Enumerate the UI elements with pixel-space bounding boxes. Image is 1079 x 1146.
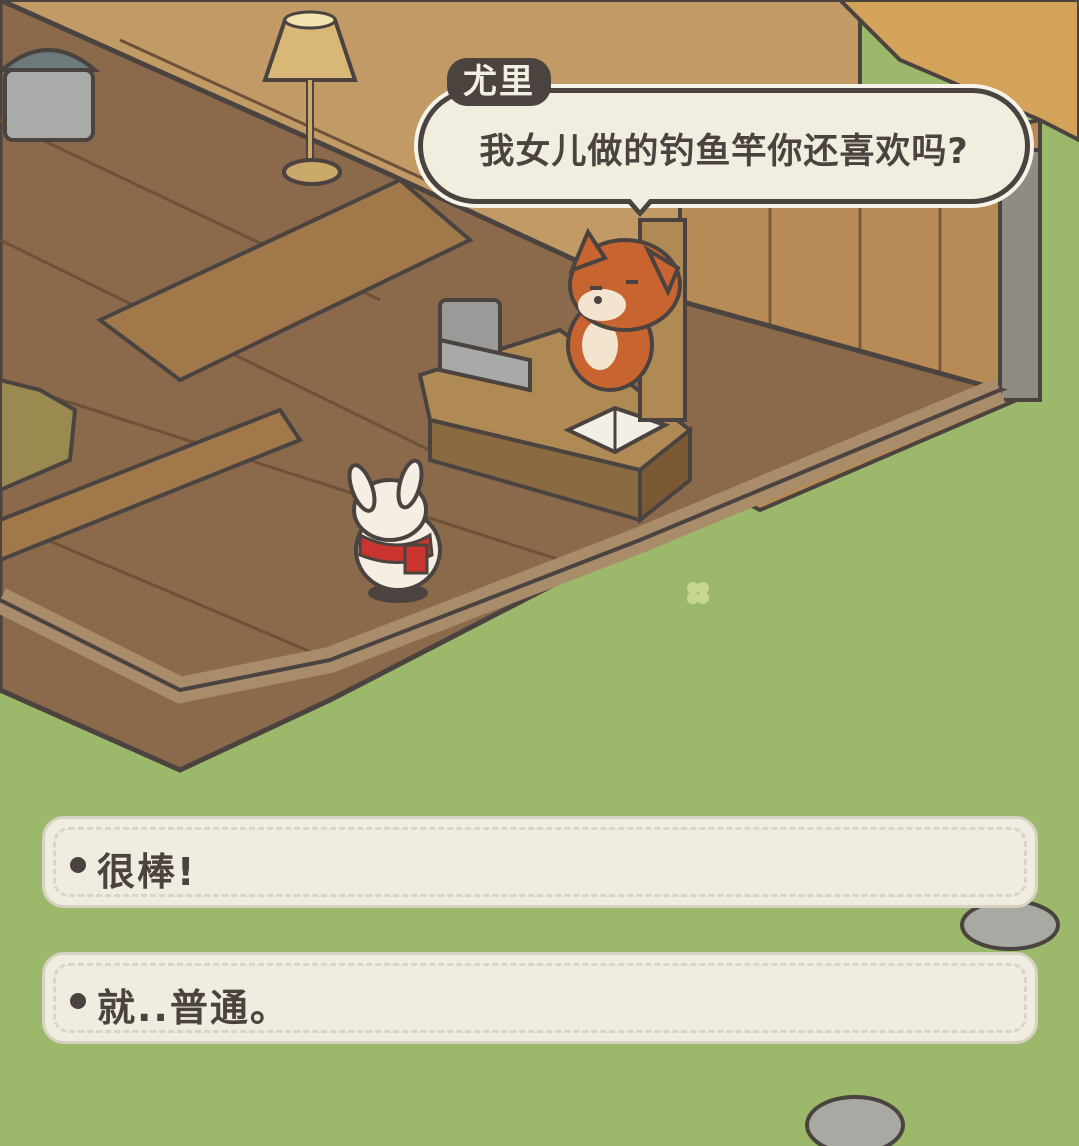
choice-label: 就..普通。 xyxy=(97,986,290,1030)
dialogue-choice-2[interactable]: 就..普通。 xyxy=(42,952,1038,1044)
dialogue-text: 我女儿做的钓鱼竿你还喜欢吗? xyxy=(479,132,969,172)
choice-label: 很棒! xyxy=(97,850,197,894)
bullet-icon xyxy=(70,993,86,1009)
bullet-icon xyxy=(70,857,86,873)
speech-bubble-tail-fill xyxy=(628,196,652,210)
trash-bin-icon xyxy=(0,48,101,142)
dialogue-choice-1[interactable]: 很棒! xyxy=(42,816,1038,908)
choice-border xyxy=(53,827,1027,897)
speaker-name-tag: 尤里 xyxy=(447,58,551,106)
